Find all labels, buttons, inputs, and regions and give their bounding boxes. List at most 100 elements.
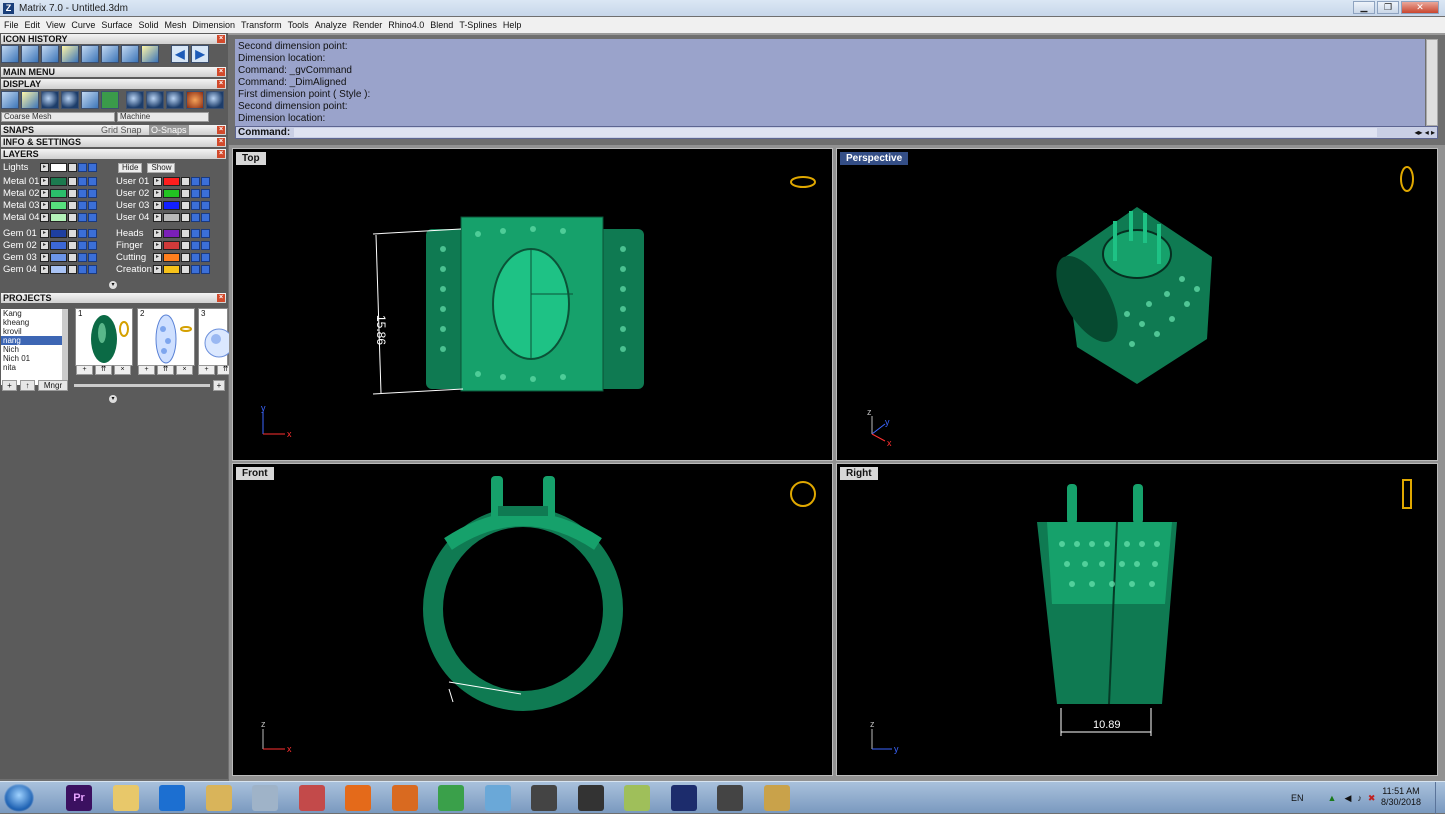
- menu-item-tools[interactable]: Tools: [288, 20, 309, 30]
- network-icon[interactable]: ▲: [1328, 793, 1337, 803]
- visibility-icon[interactable]: [78, 213, 87, 222]
- command-line[interactable]: Command: ◂▸ ◂ ▸: [235, 126, 1438, 139]
- taskbar-app-notes[interactable]: [624, 785, 650, 811]
- hide-button[interactable]: Hide: [118, 162, 143, 173]
- layer-row[interactable]: Creation ▸: [113, 264, 211, 275]
- thumbnail-size-slider[interactable]: [74, 384, 210, 387]
- layer-color[interactable]: [163, 253, 180, 262]
- menu-item-blend[interactable]: Blend: [430, 20, 453, 30]
- close-icon[interactable]: ×: [217, 294, 225, 302]
- menu-item-rhino4-0[interactable]: Rhino4.0: [388, 20, 424, 30]
- layer-row[interactable]: Metal 01 ▸: [0, 176, 98, 187]
- close-icon[interactable]: ×: [217, 68, 225, 76]
- lock-icon[interactable]: [181, 241, 190, 250]
- ghosted-icon[interactable]: [81, 91, 99, 109]
- render-icon[interactable]: [21, 91, 39, 109]
- layer-row[interactable]: Metal 03 ▸: [0, 200, 98, 211]
- visibility-icon[interactable]: [191, 229, 200, 238]
- menu-item-file[interactable]: File: [4, 20, 19, 30]
- mesh-select[interactable]: Coarse Mesh: [1, 112, 115, 122]
- taskbar-app-folder[interactable]: [205, 785, 232, 811]
- menu-item-transform[interactable]: Transform: [241, 20, 282, 30]
- menu-item-analyze[interactable]: Analyze: [315, 20, 347, 30]
- taskbar-app-pen[interactable]: [531, 785, 557, 811]
- delete-icon[interactable]: ×: [114, 365, 131, 375]
- layer-row[interactable]: Gem 02 ▸: [0, 240, 98, 251]
- lock-icon[interactable]: [181, 213, 190, 222]
- expand-icon[interactable]: ▸: [40, 201, 49, 210]
- select-icon[interactable]: [201, 201, 210, 210]
- visibility-icon[interactable]: [191, 213, 200, 222]
- lock-icon[interactable]: [181, 253, 190, 262]
- viewport-front[interactable]: Front z x: [232, 463, 833, 776]
- select-icon[interactable]: [201, 189, 210, 198]
- menu-item-view[interactable]: View: [46, 20, 65, 30]
- select-icon[interactable]: [201, 177, 210, 186]
- glass-sphere-icon[interactable]: [206, 91, 224, 109]
- material-select[interactable]: Machine: [117, 112, 209, 122]
- close-icon[interactable]: ×: [217, 80, 225, 88]
- close-icon[interactable]: ×: [217, 35, 225, 43]
- add-icon[interactable]: +: [198, 365, 215, 375]
- minimize-button[interactable]: ▁: [1353, 1, 1375, 14]
- taskbar-app-media[interactable]: [391, 785, 418, 811]
- layer-color[interactable]: [163, 177, 180, 186]
- command-arrows[interactable]: ◂▸ ◂ ▸: [1414, 127, 1435, 138]
- menu-item-t-splines[interactable]: T-Splines: [459, 20, 497, 30]
- lock-icon[interactable]: [68, 265, 77, 274]
- layer-color[interactable]: [50, 163, 67, 172]
- select-icon[interactable]: [201, 213, 210, 222]
- silver-sphere-icon[interactable]: [146, 91, 164, 109]
- expand-icon[interactable]: ▸: [40, 253, 49, 262]
- lock-icon[interactable]: [68, 189, 77, 198]
- layer-color[interactable]: [163, 213, 180, 222]
- chrome-sphere-icon[interactable]: [166, 91, 184, 109]
- taskbar-app-rhino[interactable]: [717, 785, 743, 811]
- visibility-icon[interactable]: [78, 265, 87, 274]
- expand-icon[interactable]: ▸: [153, 241, 162, 250]
- delete-icon[interactable]: ×: [176, 365, 193, 375]
- select-icon[interactable]: [201, 241, 210, 250]
- merge-icon[interactable]: ⇈: [95, 365, 112, 375]
- expand-icon[interactable]: ▸: [40, 265, 49, 274]
- expand-icon[interactable]: ▸: [40, 213, 49, 222]
- visibility-icon[interactable]: [191, 189, 200, 198]
- layer-color[interactable]: [50, 265, 67, 274]
- taskbar-app-pr[interactable]: Pr: [66, 785, 92, 811]
- lock-icon[interactable]: [68, 241, 77, 250]
- lock-icon[interactable]: [181, 229, 190, 238]
- layer-color[interactable]: [50, 177, 67, 186]
- taskbar-app-ie[interactable]: [159, 785, 185, 811]
- polyline-icon[interactable]: [1, 45, 19, 63]
- layer-color[interactable]: [163, 241, 180, 250]
- layer-color[interactable]: [163, 189, 180, 198]
- layer-color[interactable]: [50, 253, 67, 262]
- layer-row[interactable]: User 03 ▸: [113, 200, 211, 211]
- language-indicator[interactable]: EN: [1291, 793, 1304, 803]
- menu-item-render[interactable]: Render: [353, 20, 383, 30]
- snaps-header[interactable]: SNAPS Grid Snap O-Snaps ×: [1, 125, 226, 135]
- loft-icon[interactable]: [121, 45, 139, 63]
- history-back-icon[interactable]: ◀: [171, 45, 189, 63]
- expand-icon[interactable]: ▸: [153, 201, 162, 210]
- grid-icon[interactable]: [101, 91, 119, 109]
- layer-row[interactable]: Cutting ▸: [113, 252, 211, 263]
- command-input[interactable]: [294, 128, 1377, 137]
- history-scrollbar[interactable]: [1426, 39, 1438, 126]
- visibility-icon[interactable]: [78, 241, 87, 250]
- icon-history-header[interactable]: ICON HISTORY ×: [1, 34, 226, 44]
- layer-row[interactable]: Metal 04 ▸: [0, 212, 98, 223]
- lock-icon[interactable]: [68, 163, 77, 172]
- layer-row[interactable]: Gem 04 ▸: [0, 264, 98, 275]
- menu-item-curve[interactable]: Curve: [71, 20, 95, 30]
- visibility-icon[interactable]: [78, 229, 87, 238]
- visibility-icon[interactable]: [191, 253, 200, 262]
- layer-row[interactable]: Metal 02 ▸: [0, 188, 98, 199]
- project-item[interactable]: nang: [1, 336, 62, 345]
- taskbar-app-explorer[interactable]: [112, 785, 139, 811]
- select-icon[interactable]: [88, 241, 97, 250]
- visibility-icon[interactable]: [78, 189, 87, 198]
- layer-color[interactable]: [163, 201, 180, 210]
- lock-icon[interactable]: [181, 201, 190, 210]
- taskbar-app-calculator[interactable]: [252, 785, 278, 811]
